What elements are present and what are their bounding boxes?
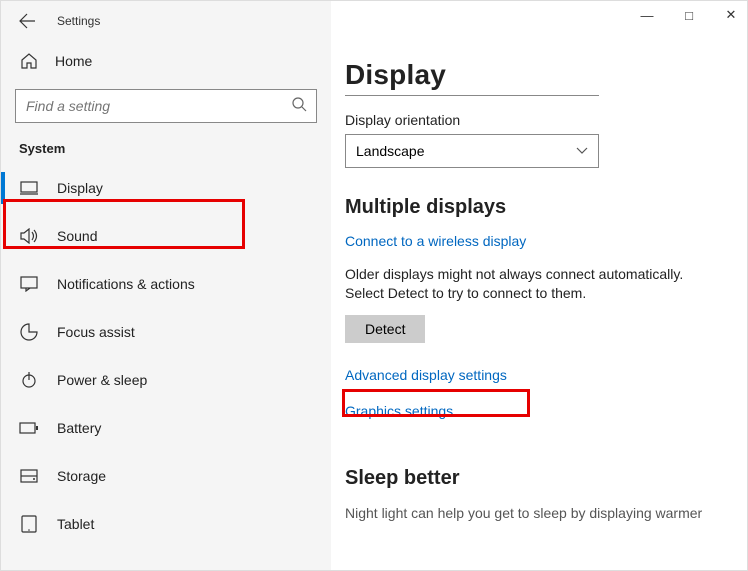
orientation-value: Landscape (356, 143, 425, 159)
home-label: Home (55, 53, 92, 69)
sidebar-item-label: Sound (57, 228, 97, 244)
sidebar-item-focus-assist[interactable]: Focus assist (1, 308, 331, 356)
sidebar-item-notifications[interactable]: Notifications & actions (1, 260, 331, 308)
category-label: System (19, 141, 331, 156)
sleep-better-desc: Night light can help you get to sleep by… (345, 504, 723, 523)
graphics-settings-link[interactable]: Graphics settings (345, 403, 453, 419)
sidebar-item-power-sleep[interactable]: Power & sleep (1, 356, 331, 404)
wireless-display-link[interactable]: Connect to a wireless display (345, 233, 526, 249)
orientation-label: Display orientation (345, 112, 723, 128)
detect-description: Older displays might not always connect … (345, 265, 723, 303)
storage-icon (19, 466, 39, 486)
sidebar-item-label: Notifications & actions (57, 276, 195, 292)
page-title: Display (345, 59, 723, 91)
sidebar-item-label: Storage (57, 468, 106, 484)
chevron-down-icon (576, 147, 588, 155)
sleep-better-heading: Sleep better (345, 467, 723, 490)
sidebar: Settings Home System Display Sound (1, 1, 331, 570)
focus-assist-icon (19, 322, 39, 342)
sidebar-item-battery[interactable]: Battery (1, 404, 331, 452)
home-button[interactable]: Home (1, 41, 331, 81)
back-button[interactable] (15, 9, 39, 33)
sidebar-item-display[interactable]: Display (1, 164, 331, 212)
search-container (15, 89, 317, 123)
slider-placeholder (345, 95, 599, 96)
nav-list: Display Sound Notifications & actions Fo… (1, 164, 331, 570)
sidebar-item-label: Focus assist (57, 324, 135, 340)
sidebar-item-storage[interactable]: Storage (1, 452, 331, 500)
battery-icon (19, 418, 39, 438)
sidebar-item-label: Display (57, 180, 103, 196)
titlebar: Settings (1, 1, 331, 41)
maximize-button[interactable]: □ (681, 8, 697, 23)
sidebar-item-sound[interactable]: Sound (1, 212, 331, 260)
tablet-icon (19, 514, 39, 534)
display-icon (19, 178, 39, 198)
window-title: Settings (57, 14, 100, 28)
power-icon (19, 370, 39, 390)
sidebar-item-label: Power & sleep (57, 372, 147, 388)
content-pane: — □ ✕ Display Display orientation Landsc… (331, 1, 747, 570)
multiple-displays-heading: Multiple displays (345, 196, 723, 219)
advanced-display-link[interactable]: Advanced display settings (345, 367, 507, 383)
orientation-select[interactable]: Landscape (345, 134, 599, 168)
detect-button[interactable]: Detect (345, 315, 425, 343)
minimize-button[interactable]: — (639, 8, 655, 23)
sidebar-item-label: Tablet (57, 516, 94, 532)
sidebar-item-tablet[interactable]: Tablet (1, 500, 331, 548)
window-controls: — □ ✕ (639, 7, 739, 23)
notifications-icon (19, 274, 39, 294)
sound-icon (19, 226, 39, 246)
search-input[interactable] (15, 89, 317, 123)
sidebar-item-label: Battery (57, 420, 101, 436)
close-button[interactable]: ✕ (723, 7, 739, 23)
home-icon (19, 51, 39, 71)
